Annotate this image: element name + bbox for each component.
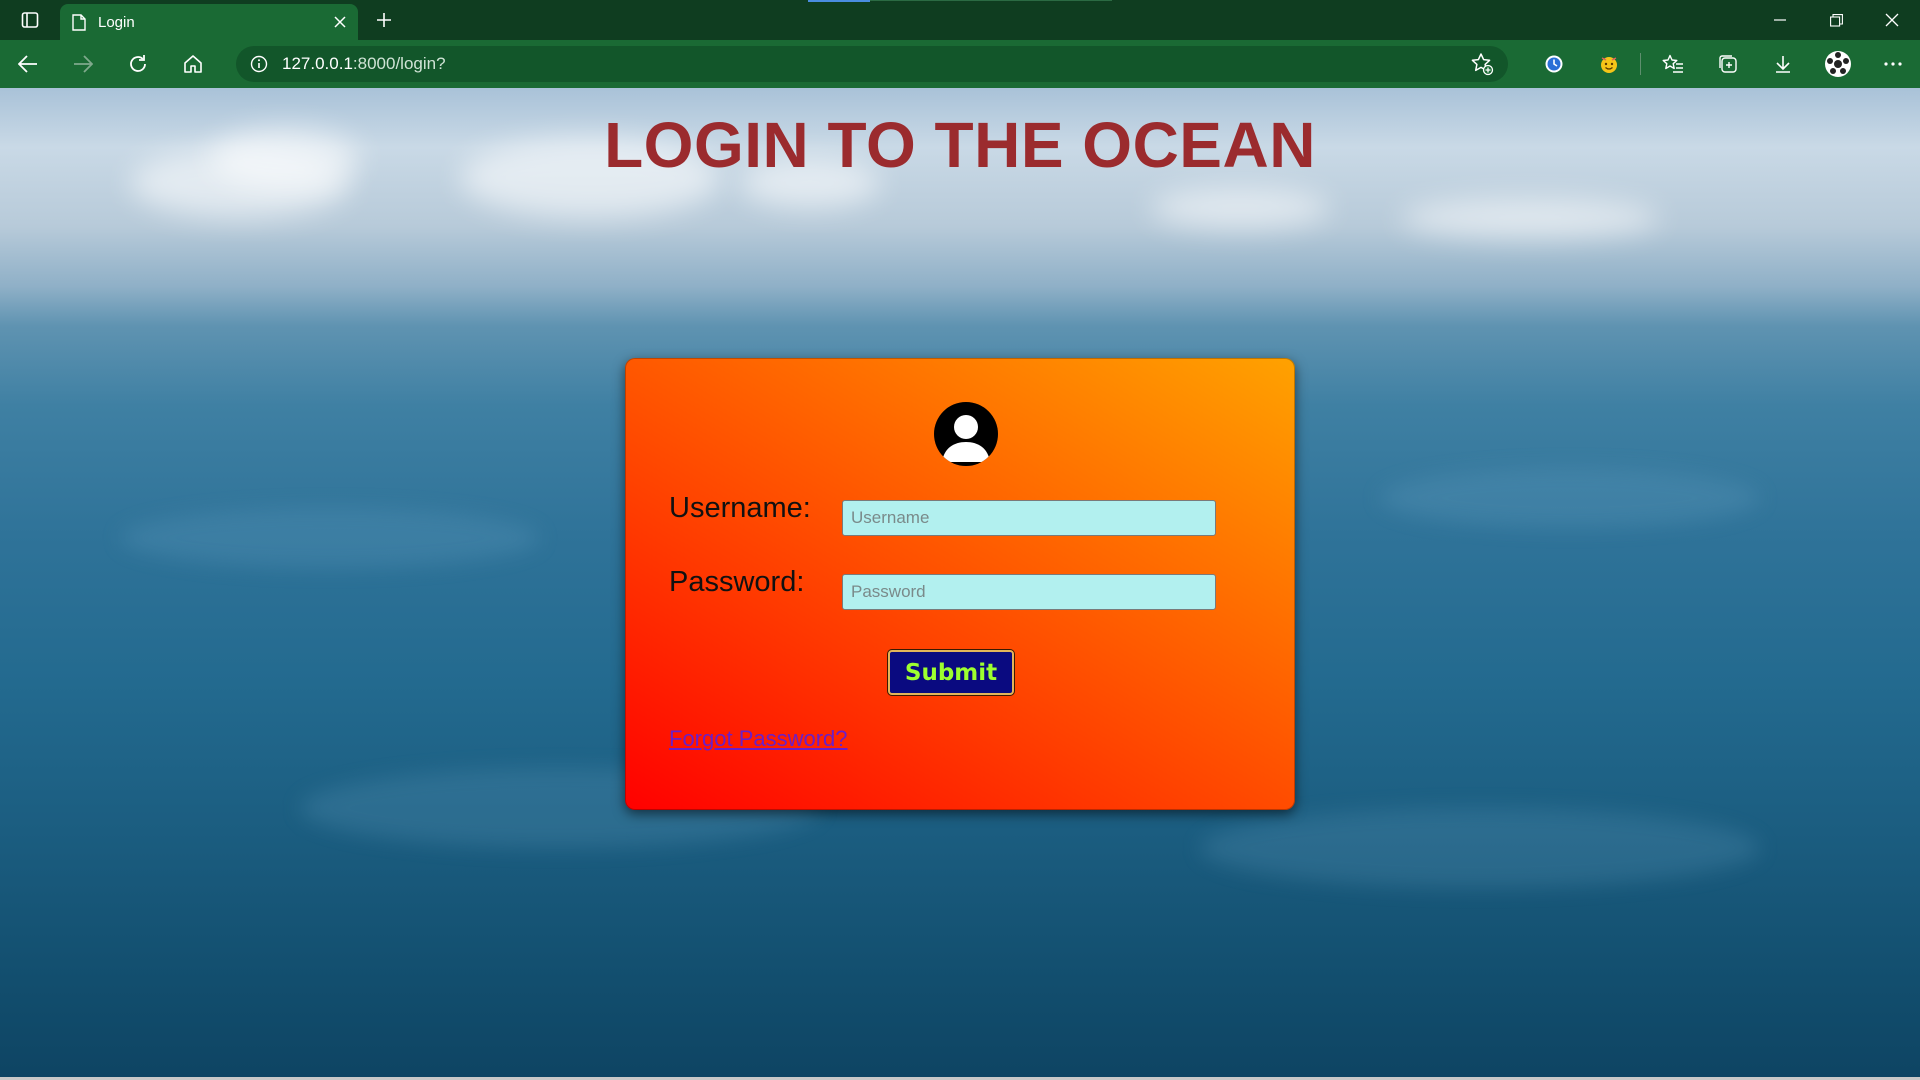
submit-button[interactable]: Submit	[888, 650, 1014, 695]
close-window-button[interactable]	[1864, 0, 1920, 40]
favorites-button[interactable]	[1645, 40, 1700, 88]
tab-loading-indicator	[808, 0, 870, 2]
address-bar[interactable]: 127.0.0.1:8000/login?	[236, 46, 1508, 82]
close-window-icon	[1885, 13, 1899, 27]
downloads-button[interactable]	[1755, 40, 1810, 88]
forward-icon	[73, 55, 93, 73]
page-title: LOGIN TO THE OCEAN	[604, 109, 1316, 181]
forward-button[interactable]	[55, 40, 110, 88]
extension-clock-icon	[1545, 55, 1562, 73]
ocean-background: LOGIN TO THE OCEAN Username: Password: S…	[0, 88, 1920, 1080]
home-button[interactable]	[165, 40, 220, 88]
url-text: 127.0.0.1:8000/login?	[282, 54, 446, 74]
username-label: Username:	[669, 492, 811, 524]
url-host: 127.0.0.1	[282, 54, 353, 73]
cloud	[1400, 198, 1660, 238]
collections-button[interactable]	[1700, 40, 1755, 88]
forgot-password-link[interactable]: Forgot Password?	[669, 726, 848, 752]
browser-toolbar: 127.0.0.1:8000/login?	[0, 40, 1920, 88]
tab-actions-button[interactable]	[0, 0, 60, 40]
extension-emoji-button[interactable]	[1581, 40, 1636, 88]
profile-avatar-icon	[1824, 51, 1851, 77]
extension-clock-button[interactable]	[1526, 40, 1581, 88]
new-tab-button[interactable]	[364, 0, 404, 40]
restore-icon	[1829, 13, 1843, 27]
extension-emoji-icon	[1600, 57, 1617, 73]
password-label: Password:	[669, 566, 805, 598]
minimize-button[interactable]	[1752, 0, 1808, 40]
new-tab-icon	[377, 13, 391, 27]
back-icon	[17, 55, 37, 73]
restore-button[interactable]	[1808, 0, 1864, 40]
toolbar-separator	[1640, 53, 1641, 75]
water-ripple	[1200, 808, 1760, 888]
page-icon	[72, 13, 86, 31]
profile-button[interactable]	[1810, 40, 1865, 88]
back-button[interactable]	[0, 40, 55, 88]
cloud	[1150, 188, 1330, 228]
downloads-icon	[1775, 56, 1790, 73]
more-icon	[1883, 62, 1902, 66]
username-input[interactable]	[842, 500, 1216, 536]
browser-tab[interactable]: Login	[60, 4, 358, 40]
minimize-icon	[1774, 19, 1786, 21]
more-button[interactable]	[1865, 40, 1920, 88]
url-path: :8000/login?	[352, 54, 446, 73]
user-avatar-icon	[934, 402, 998, 466]
tab-actions-icon	[21, 12, 39, 28]
favorites-icon	[1662, 54, 1683, 73]
water-ripple	[120, 508, 540, 568]
refresh-icon	[129, 55, 146, 72]
tab-strip: Login	[0, 0, 1920, 40]
collections-icon	[1718, 55, 1737, 73]
home-icon	[183, 55, 202, 73]
close-tab-icon[interactable]	[334, 16, 346, 28]
password-input[interactable]	[842, 574, 1216, 610]
water-ripple	[1380, 468, 1760, 528]
tab-title: Login	[98, 13, 135, 31]
login-card: Username: Password: Submit Forgot Passwo…	[625, 358, 1295, 810]
add-favorite-icon[interactable]	[1470, 52, 1494, 76]
site-info-icon[interactable]	[250, 55, 268, 73]
refresh-button[interactable]	[110, 40, 165, 88]
tab-divider	[870, 0, 1112, 1]
